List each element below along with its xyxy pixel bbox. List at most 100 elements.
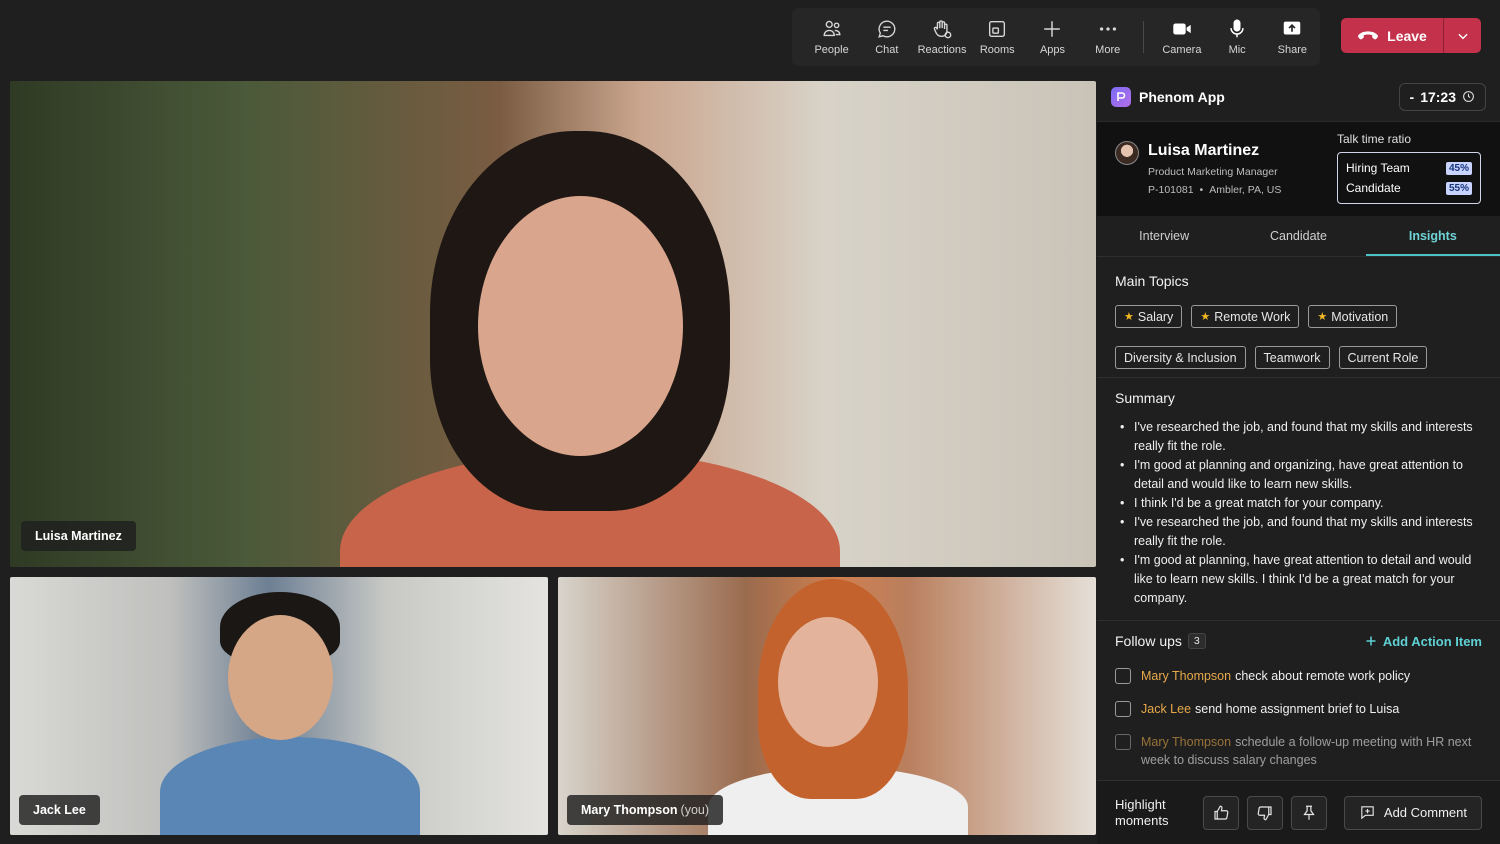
follow-ups-header: Follow ups 3 Add Action Item — [1115, 633, 1482, 649]
follow-up-text: Mary Thompson schedule a follow-up meetin… — [1141, 733, 1482, 769]
add-action-item-button[interactable]: Add Action Item — [1365, 634, 1482, 649]
topic-chip[interactable]: ★ Remote Work — [1191, 305, 1300, 328]
tab-interview[interactable]: Interview — [1097, 216, 1231, 256]
pin-icon — [1303, 805, 1315, 820]
hangup-icon — [1358, 30, 1379, 39]
follow-up-owner: Jack Lee — [1141, 702, 1192, 716]
people-button[interactable]: People — [804, 12, 859, 62]
share-icon — [1284, 21, 1301, 35]
talk-time-pct: 45% — [1445, 161, 1472, 175]
follow-up-item: Mary Thompson schedule a follow-up meetin… — [1115, 733, 1482, 769]
talk-time-box: Hiring Team 45% Candidate 55% — [1337, 152, 1481, 204]
participant-name-tag: Jack Lee — [19, 795, 100, 825]
meta-separator: • — [1199, 184, 1204, 196]
summary-list: I've researched the job, and found that … — [1115, 418, 1482, 608]
add-comment-button[interactable]: Add Comment — [1343, 795, 1482, 830]
participant-video-face — [778, 617, 878, 747]
topic-label: Motivation — [1331, 309, 1389, 324]
topic-chip[interactable]: ★ Motivation — [1308, 305, 1398, 328]
leave-button[interactable]: Leave — [1341, 18, 1443, 53]
more-label: More — [1095, 44, 1121, 56]
candidate-name: Luisa Martinez — [1148, 142, 1260, 159]
chat-button[interactable]: Chat — [859, 12, 914, 62]
summary-item: I'm good at planning, have great attenti… — [1115, 551, 1482, 608]
apps-button[interactable]: Apps — [1025, 12, 1080, 62]
leave-options-button[interactable] — [1443, 18, 1481, 53]
share-button[interactable]: Share — [1265, 12, 1320, 62]
thumbs-down-button[interactable] — [1247, 795, 1283, 830]
main-topics-title: Main Topics — [1115, 273, 1189, 289]
follow-up-item: Jack Lee send home assignment brief to Lu… — [1115, 700, 1482, 718]
tab-insights[interactable]: Insights — [1365, 216, 1500, 256]
video-tile-jack[interactable]: Jack Lee — [10, 577, 548, 835]
participant-video-face — [228, 615, 333, 740]
clock-icon — [1463, 91, 1474, 102]
candidate-meta: P-101081 • Ambler, PA, US — [1148, 184, 1281, 196]
topic-label: Current Role — [1347, 350, 1419, 365]
candidate-location: Ambler, PA, US — [1209, 184, 1282, 196]
star-icon: ★ — [1200, 311, 1211, 323]
summary-title: Summary — [1115, 390, 1175, 406]
mic-label: Mic — [1228, 44, 1246, 56]
follow-up-checkbox[interactable] — [1115, 734, 1131, 750]
star-icon: ★ — [1317, 311, 1328, 323]
chat-icon — [878, 20, 896, 38]
leave-label: Leave — [1387, 27, 1427, 44]
follow-up-item: Mary Thompson check about remote work pol… — [1115, 667, 1482, 685]
follow-up-text: Mary Thompson check about remote work pol… — [1141, 667, 1410, 685]
avatar — [1115, 141, 1139, 165]
camera-button[interactable]: Camera — [1154, 12, 1209, 62]
summary-section: Summary I've researched the job, and fou… — [1097, 390, 1500, 608]
talk-time-row-hiring: Hiring Team 45% — [1346, 158, 1472, 178]
participant-name: Luisa Martinez — [35, 529, 122, 543]
video-tile-luisa[interactable]: Luisa Martinez — [10, 81, 1096, 567]
rooms-button[interactable]: Rooms — [970, 12, 1025, 62]
summary-item: I'm good at planning and organizing, hav… — [1115, 456, 1482, 494]
chat-label: Chat — [875, 44, 899, 56]
panel-header: Phenom App - 17:23 — [1097, 72, 1500, 122]
talk-time-row-candidate: Candidate 55% — [1346, 178, 1472, 198]
participant-name: Mary Thompson — [581, 803, 678, 817]
meeting-toolbar: People Chat Reactions Rooms Apps More Ca… — [792, 8, 1320, 66]
add-comment-label: Add Comment — [1383, 805, 1467, 820]
share-label: Share — [1277, 44, 1308, 56]
topic-chip[interactable]: ★ Salary — [1115, 305, 1183, 328]
topic-label: Remote Work — [1214, 309, 1291, 324]
app-title: Phenom App — [1139, 88, 1225, 105]
rooms-label: Rooms — [979, 44, 1015, 56]
summary-item: I've researched the job, and found that … — [1115, 513, 1482, 551]
mic-button[interactable]: Mic — [1210, 12, 1265, 62]
topic-chips: ★ Salary ★ Remote Work ★ Motivation Diversi… — [1115, 305, 1482, 369]
timer-value: 17:23 — [1420, 88, 1456, 105]
participant-video-body — [160, 737, 420, 835]
follow-up-checkbox[interactable] — [1115, 701, 1131, 717]
reactions-button[interactable]: Reactions — [914, 12, 969, 62]
topic-label: Diversity & Inclusion — [1124, 350, 1237, 365]
tab-candidate[interactable]: Candidate — [1231, 216, 1365, 256]
summary-item: I think I'd be a great match for your co… — [1115, 494, 1482, 513]
topic-chip[interactable]: Teamwork — [1254, 346, 1330, 369]
pin-button[interactable] — [1291, 795, 1327, 830]
camera-icon — [1173, 23, 1191, 35]
rooms-icon — [989, 20, 1006, 38]
thumbs-up-button[interactable] — [1203, 795, 1239, 830]
follow-up-task: check about remote work policy — [1235, 669, 1411, 683]
topic-chip[interactable]: Current Role — [1338, 346, 1428, 369]
candidate-card: Luisa Martinez Product Marketing Manager… — [1097, 122, 1500, 216]
participant-name-tag: Mary Thompson (you) — [567, 795, 724, 825]
talk-time-row-label: Candidate — [1346, 181, 1401, 195]
follow-up-checkbox[interactable] — [1115, 668, 1131, 684]
thumbs-down-icon — [1257, 805, 1272, 820]
plus-icon — [1366, 636, 1376, 646]
talk-time-row-label: Hiring Team — [1346, 161, 1410, 175]
leave-button-group: Leave — [1341, 18, 1481, 53]
highlight-moments-label: Highlight moments — [1115, 796, 1169, 828]
meeting-top-bar: People Chat Reactions Rooms Apps More Ca… — [0, 0, 1500, 72]
more-button[interactable]: More — [1080, 12, 1135, 62]
candidate-id: P-101081 — [1148, 184, 1194, 196]
video-tile-mary[interactable]: Mary Thompson (you) — [558, 577, 1096, 835]
camera-label: Camera — [1162, 44, 1202, 56]
more-icon — [1099, 27, 1116, 31]
topic-chip[interactable]: Diversity & Inclusion — [1115, 346, 1246, 369]
apps-label: Apps — [1039, 44, 1066, 56]
